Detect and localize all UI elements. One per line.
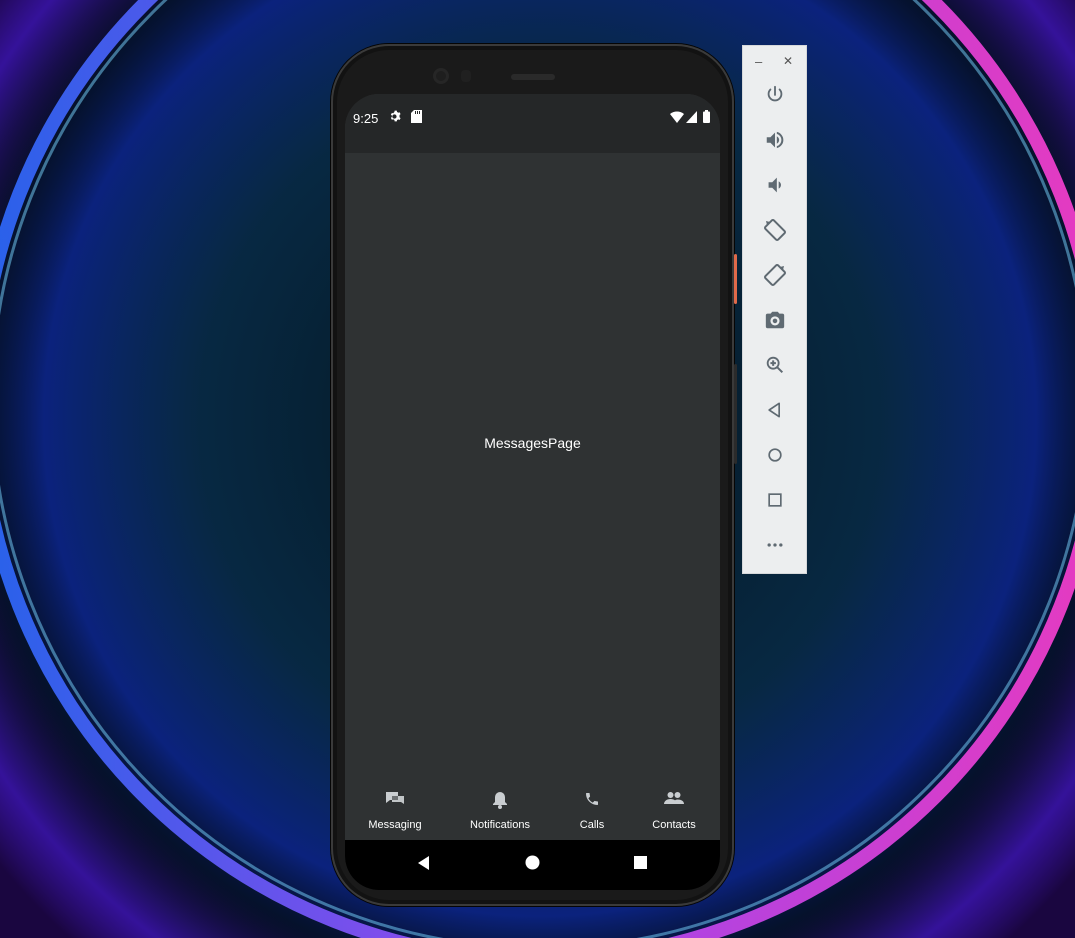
tab-notifications[interactable]: Notifications xyxy=(455,783,545,840)
volume-down-button[interactable] xyxy=(762,174,788,200)
screenshot-button[interactable] xyxy=(762,309,788,335)
overview-icon xyxy=(765,490,785,515)
rotate-left-icon xyxy=(763,218,787,247)
nav-overview-button[interactable] xyxy=(633,855,648,875)
tab-label: Messaging xyxy=(368,819,422,831)
minimize-button[interactable]: – xyxy=(755,54,762,69)
earpiece-speaker xyxy=(511,74,555,80)
close-button[interactable]: ✕ xyxy=(783,54,793,68)
bell-icon xyxy=(492,791,508,814)
settings-icon xyxy=(389,110,402,128)
zoom-button[interactable] xyxy=(762,354,788,380)
chat-bubbles-icon xyxy=(385,791,405,812)
cell-signal-icon xyxy=(686,110,697,128)
volume-up-icon xyxy=(764,129,786,156)
back-icon xyxy=(765,400,785,425)
power-button[interactable] xyxy=(762,84,788,110)
tab-contacts[interactable]: Contacts xyxy=(643,783,705,840)
phone-icon xyxy=(584,791,600,812)
emulator-toolbar: – ✕ xyxy=(742,45,807,574)
android-nav-bar xyxy=(345,840,720,890)
home-icon xyxy=(765,445,785,470)
status-time: 9:25 xyxy=(353,111,379,126)
page-title: MessagesPage xyxy=(484,435,581,451)
tab-label: Contacts xyxy=(652,819,696,831)
more-icon xyxy=(765,535,785,560)
status-bar: 9:25 xyxy=(345,94,720,153)
sensor xyxy=(461,70,471,82)
more-button[interactable] xyxy=(762,534,788,560)
tab-calls[interactable]: Calls xyxy=(567,783,617,840)
tab-messaging[interactable]: Messaging xyxy=(359,783,431,840)
rotate-left-button[interactable] xyxy=(762,218,788,247)
bottom-tab-bar: Messaging Notifications Calls Contacts xyxy=(345,783,720,840)
zoom-in-icon xyxy=(764,354,786,381)
tab-label: Calls xyxy=(579,819,605,831)
people-icon xyxy=(664,791,684,810)
volume-up-button[interactable] xyxy=(762,129,788,155)
wifi-icon xyxy=(670,110,684,128)
phone-frame: 9:25 MessagesPage Messaging Notification… xyxy=(331,44,737,906)
home-button[interactable] xyxy=(762,444,788,470)
camera-icon xyxy=(764,309,786,336)
tab-label: Notifications xyxy=(470,819,530,831)
nav-home-button[interactable] xyxy=(525,855,540,875)
front-camera xyxy=(433,68,449,84)
battery-icon xyxy=(703,110,710,128)
power-icon xyxy=(764,84,786,111)
volume-down-icon xyxy=(764,174,786,201)
rotate-right-icon xyxy=(763,263,787,292)
sd-card-icon xyxy=(411,110,422,128)
nav-back-button[interactable] xyxy=(416,855,432,876)
rotate-right-button[interactable] xyxy=(762,263,788,292)
messages-page: MessagesPage xyxy=(345,153,720,783)
overview-button[interactable] xyxy=(762,489,788,515)
back-button[interactable] xyxy=(762,399,788,425)
volume-side-button xyxy=(734,364,737,464)
phone-screen: 9:25 MessagesPage Messaging Notification… xyxy=(345,94,720,890)
power-side-button xyxy=(734,254,737,304)
